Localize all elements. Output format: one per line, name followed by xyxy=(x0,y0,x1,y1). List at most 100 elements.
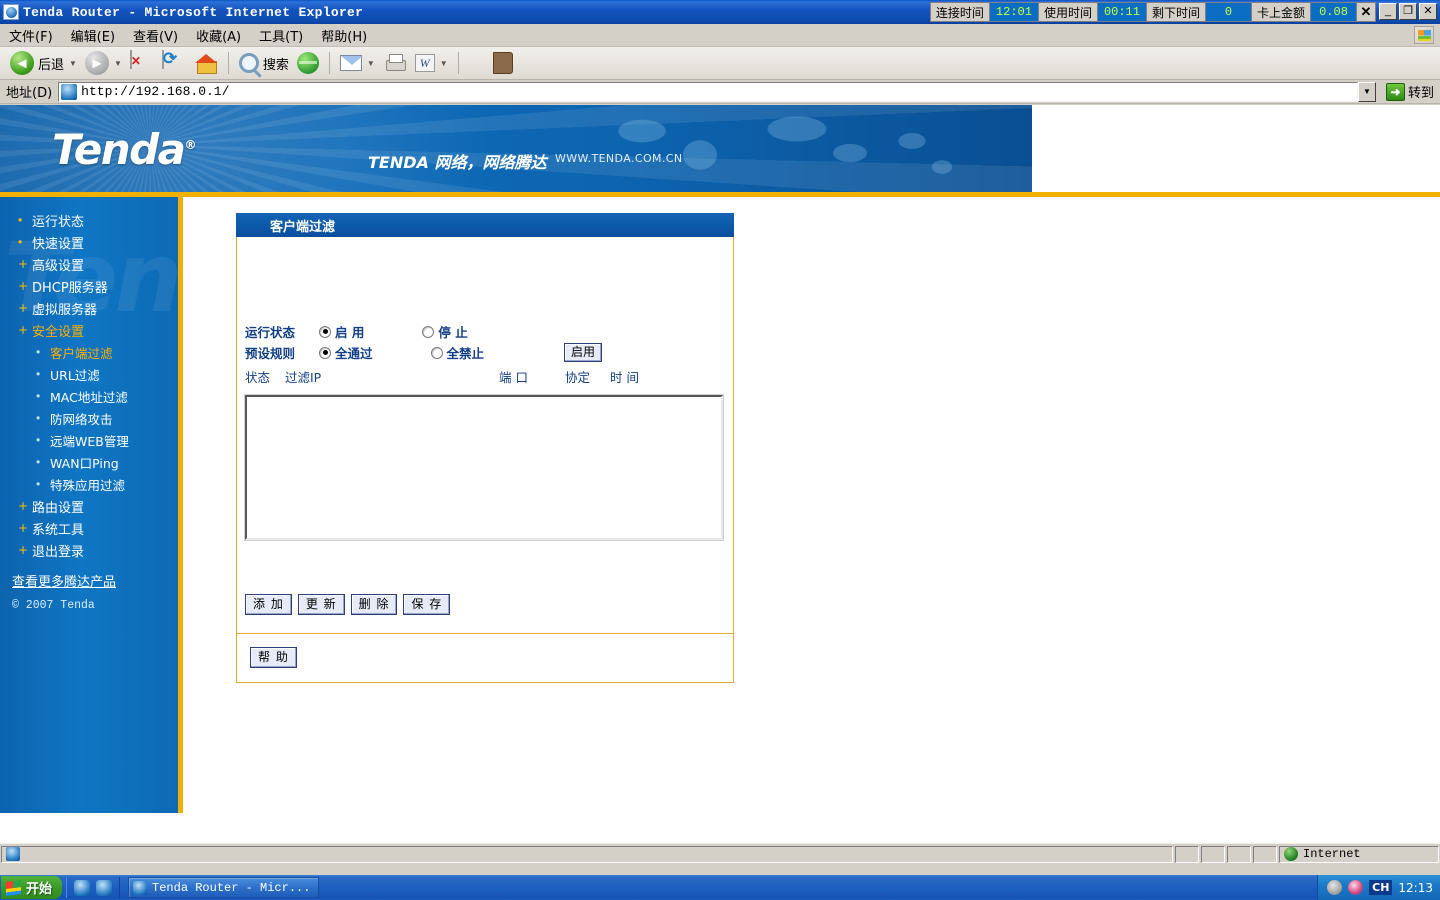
stop-icon xyxy=(129,50,154,75)
radio-enabled-icon[interactable] xyxy=(319,325,331,338)
status-widget-close-icon[interactable]: ✕ xyxy=(1356,2,1376,22)
menu-favorites[interactable]: 收藏(A) xyxy=(187,24,250,47)
radio-allow-all-icon[interactable] xyxy=(319,346,331,359)
radio-stopped-icon[interactable] xyxy=(422,325,435,338)
go-label: 转到 xyxy=(1407,86,1434,101)
help-button[interactable]: 帮 助 xyxy=(250,647,297,668)
sidebar-item-mac-filter[interactable]: • MAC地址过滤 xyxy=(0,385,178,407)
sidebar-item-security-setup[interactable]: + 安全设置 xyxy=(0,319,178,341)
menu-view[interactable]: 查看(V) xyxy=(124,24,187,47)
sidebar-item-client-filter[interactable]: • 客户端过滤 xyxy=(0,341,178,363)
mail-button[interactable]: ▼ xyxy=(336,49,379,77)
save-button[interactable]: 保 存 xyxy=(403,594,451,615)
menu-edit[interactable]: 编辑(E) xyxy=(62,24,124,47)
column-header-protocol: 协定 xyxy=(565,370,591,385)
running-status-stop-option[interactable]: 停 止 xyxy=(422,322,468,341)
messenger-button[interactable] xyxy=(489,49,517,77)
security-zone-cell[interactable]: Internet xyxy=(1279,845,1439,863)
address-chevron-down-icon[interactable]: ▼ xyxy=(1357,81,1376,102)
browser-status-bar: Internet xyxy=(0,843,1440,864)
gold-divider xyxy=(0,192,1440,197)
forward-chevron-down-icon[interactable]: ▼ xyxy=(114,59,122,68)
sidebar-item-quick-setup[interactable]: • 快速设置 xyxy=(0,231,178,253)
menu-help[interactable]: 帮助(H) xyxy=(312,24,376,47)
sidebar-item-attack-defense[interactable]: • 防网络攻击 xyxy=(0,407,178,429)
system-tray: CH 12:13 xyxy=(1317,875,1440,900)
mail-chevron-down-icon[interactable]: ▼ xyxy=(367,59,375,68)
window-titlebar: Tenda Router - Microsoft Internet Explor… xyxy=(0,0,1440,24)
default-rule-row: 预设规则 全通过 全禁止 启用 xyxy=(245,342,725,363)
enable-button[interactable]: 启用 xyxy=(564,343,603,362)
delete-button[interactable]: 删 除 xyxy=(350,594,398,615)
sidebar-item-dhcp-server[interactable]: + DHCP服务器 xyxy=(0,275,178,297)
sidebar-item-advanced-setup[interactable]: + 高级设置 xyxy=(0,253,178,275)
running-status-row: 运行状态 启 用 停 止 xyxy=(245,321,725,342)
ie-icon[interactable] xyxy=(74,879,91,896)
status-cell-2 xyxy=(1201,845,1225,863)
show-desktop-icon[interactable] xyxy=(96,879,113,896)
default-rule-label: 预设规则 xyxy=(245,346,296,361)
filter-rules-listbox[interactable] xyxy=(244,394,724,541)
edit-button[interactable]: W ▼ xyxy=(411,49,452,77)
update-button[interactable]: 更 新 xyxy=(297,594,345,615)
network-icon[interactable] xyxy=(1348,880,1364,895)
search-button[interactable]: 搜索 xyxy=(235,49,293,77)
default-rule-allow-all-option[interactable]: 全通过 xyxy=(319,343,373,362)
default-rule-deny-all-option[interactable]: 全禁止 xyxy=(430,343,484,362)
sidebar-item-wan-ping[interactable]: • WAN口Ping xyxy=(0,451,178,473)
volume-icon[interactable] xyxy=(1327,880,1343,895)
ime-indicator[interactable]: CH xyxy=(1369,879,1393,896)
add-button[interactable]: 添 加 xyxy=(245,594,292,615)
clock[interactable]: 12:13 xyxy=(1398,881,1433,895)
bullet-icon: • xyxy=(18,213,23,227)
sidebar-item-routing-setup[interactable]: + 路由设置 xyxy=(0,495,178,517)
tenda-logo: Tenda® xyxy=(52,125,196,174)
sidebar-item-label: 安全设置 xyxy=(32,324,85,340)
more-products-link[interactable]: 查看更多腾达产品 xyxy=(0,571,178,590)
help-panel xyxy=(236,633,734,683)
go-button[interactable]: ➜ 转到 xyxy=(1380,82,1440,101)
print-button[interactable] xyxy=(379,49,411,77)
taskbar-window-button[interactable]: Tenda Router - Micr... xyxy=(128,877,320,898)
menu-tools[interactable]: 工具(T) xyxy=(250,24,312,47)
stop-button[interactable] xyxy=(126,49,158,77)
copyright-text: © 2007 Tenda xyxy=(12,599,95,612)
edit-chevron-down-icon[interactable]: ▼ xyxy=(440,59,448,68)
search-icon xyxy=(238,53,259,73)
status-cell-4 xyxy=(1253,845,1277,863)
sidebar-item-system-tools[interactable]: + 系统工具 xyxy=(0,517,178,539)
forward-button[interactable]: ► ▼ xyxy=(81,49,126,77)
window-title: Tenda Router - Microsoft Internet Explor… xyxy=(23,4,364,20)
sidebar-item-url-filter[interactable]: • URL过滤 xyxy=(0,363,178,385)
close-button[interactable]: ✕ xyxy=(1419,3,1437,20)
radio-deny-all-icon[interactable] xyxy=(430,346,443,359)
remaining-time-label: 剩下时间 xyxy=(1145,2,1205,22)
address-input[interactable]: http://192.168.0.1/ xyxy=(58,81,1358,102)
world-map-graphic xyxy=(582,109,1002,189)
forward-icon: ► xyxy=(84,51,109,75)
menu-bar: 文件(F) 编辑(E) 查看(V) 收藏(A) 工具(T) 帮助(H) xyxy=(0,24,1440,47)
menu-file[interactable]: 文件(F) xyxy=(0,24,62,47)
connection-status-widgets: 连接时间 12:01 使用时间 00:11 剩下时间 0 卡上金额 0.08 ✕ xyxy=(929,2,1376,22)
refresh-button[interactable] xyxy=(158,49,190,77)
back-chevron-down-icon[interactable]: ▼ xyxy=(69,59,77,68)
start-button[interactable]: 开始 xyxy=(1,876,63,899)
expand-plus-icon: + xyxy=(18,279,29,293)
maximize-button[interactable]: ❐ xyxy=(1399,3,1417,20)
bullet-icon: • xyxy=(36,367,41,381)
media-button[interactable] xyxy=(293,49,323,77)
minimize-button[interactable]: _ xyxy=(1379,3,1397,20)
back-button[interactable]: ◄ 后退 ▼ xyxy=(6,49,81,77)
browser-toolbar: ◄ 后退 ▼ ► ▼ 搜索 ▼ W ▼ xyxy=(0,47,1440,80)
back-label: 后退 xyxy=(38,57,65,73)
sidebar-item-special-app-filter[interactable]: • 特殊应用过滤 xyxy=(0,473,178,495)
sidebar-item-running-status[interactable]: • 运行状态 xyxy=(0,209,178,231)
sidebar-item-remote-web-management[interactable]: • 远端WEB管理 xyxy=(0,429,178,451)
sidebar-item-logout[interactable]: + 退出登录 xyxy=(0,539,178,561)
sidebar-item-label: 运行状态 xyxy=(32,214,85,230)
sidebar-item-label: MAC地址过滤 xyxy=(50,389,128,405)
home-icon xyxy=(194,51,218,75)
home-button[interactable] xyxy=(190,49,222,77)
running-status-enable-option[interactable]: 启 用 xyxy=(319,322,364,341)
sidebar-item-virtual-server[interactable]: + 虚拟服务器 xyxy=(0,297,178,319)
